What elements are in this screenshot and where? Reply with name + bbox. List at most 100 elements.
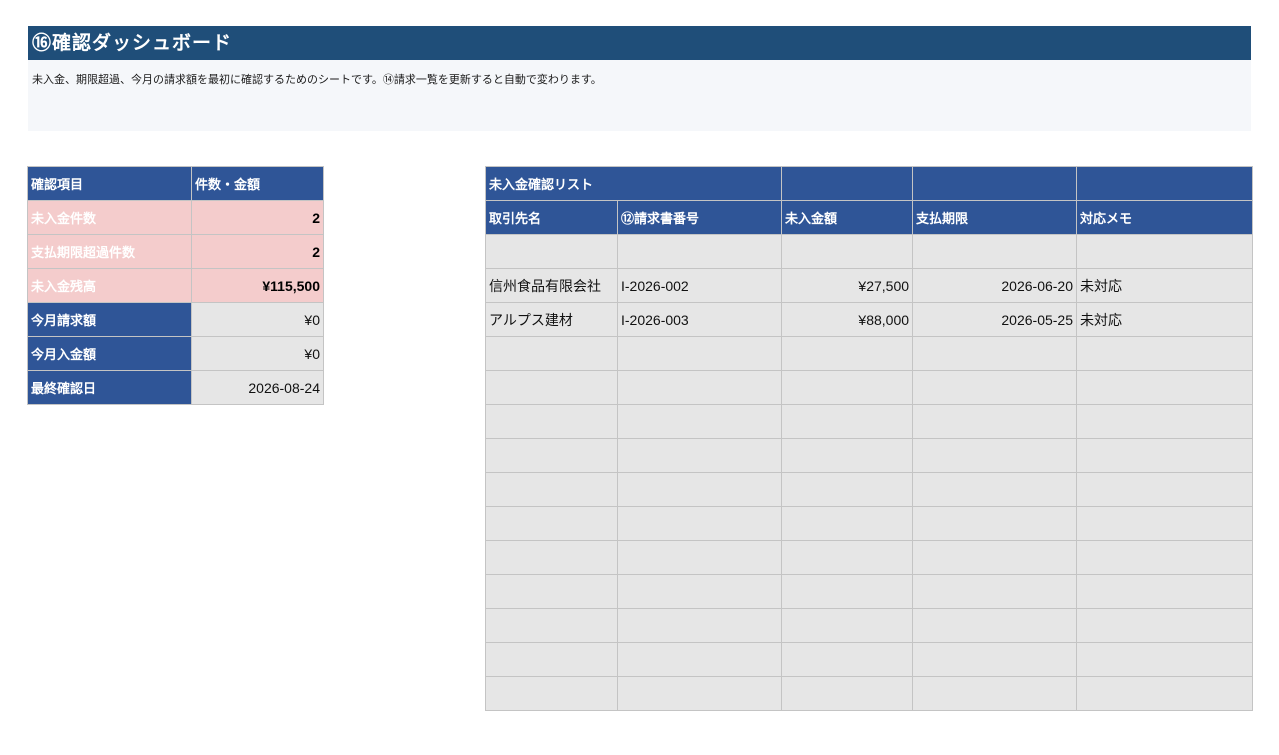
summary-value[interactable]: ¥0 — [191, 336, 324, 371]
column-header-client[interactable]: 取引先名 — [485, 200, 618, 235]
summary-label[interactable]: 最終確認日 — [27, 370, 192, 405]
cell-memo[interactable] — [1076, 676, 1254, 711]
cell-invoice-no[interactable] — [616, 608, 783, 643]
cell-due[interactable] — [912, 404, 1078, 439]
cell-due[interactable] — [912, 574, 1078, 609]
cell-client[interactable] — [485, 608, 618, 643]
cell-amount[interactable]: ¥88,000 — [781, 302, 914, 337]
cell-amount[interactable] — [781, 234, 914, 269]
cell-client[interactable] — [485, 642, 618, 677]
cell-client[interactable] — [485, 234, 618, 269]
cell-client[interactable] — [485, 370, 618, 405]
cell-invoice-no[interactable] — [616, 336, 783, 371]
cell-invoice-no[interactable] — [616, 574, 783, 609]
summary-value[interactable]: 2 — [191, 200, 324, 235]
summary-header-row: 確認項目 件数・金額 — [27, 166, 324, 201]
column-header-memo[interactable]: 対応メモ — [1076, 200, 1254, 235]
summary-header-item[interactable]: 確認項目 — [27, 166, 192, 201]
cell-amount[interactable] — [781, 574, 914, 609]
column-header-invoice-no[interactable]: ⑫請求書番号 — [616, 200, 783, 235]
cell-amount[interactable] — [781, 404, 914, 439]
cell-amount[interactable] — [781, 370, 914, 405]
summary-value[interactable]: ¥0 — [191, 302, 324, 337]
cell-invoice-no[interactable] — [616, 404, 783, 439]
cell-memo[interactable] — [1076, 506, 1254, 541]
spreadsheet-dashboard: ⑯確認ダッシュボード 未入金、期限超過、今月の請求額を最初に確認するためのシート… — [0, 0, 1279, 755]
cell-client[interactable] — [485, 438, 618, 473]
cell-invoice-no[interactable] — [616, 472, 783, 507]
cell-client[interactable]: 信州食品有限会社 — [485, 268, 618, 303]
cell-due[interactable] — [912, 608, 1078, 643]
header-cell[interactable] — [912, 166, 1078, 201]
cell-memo[interactable]: 未対応 — [1076, 302, 1254, 337]
column-header-due[interactable]: 支払期限 — [912, 200, 1078, 235]
cell-due[interactable] — [912, 234, 1078, 269]
cell-due[interactable] — [912, 676, 1078, 711]
cell-client[interactable] — [485, 472, 618, 507]
cell-due[interactable]: 2026-06-20 — [912, 268, 1078, 303]
cell-amount[interactable] — [781, 336, 914, 371]
list-title[interactable]: 未入金確認リスト — [484, 166, 783, 201]
cell-memo[interactable] — [1076, 608, 1254, 643]
cell-memo[interactable] — [1076, 370, 1254, 405]
cell-due[interactable] — [912, 642, 1078, 677]
cell-memo[interactable] — [1076, 472, 1254, 507]
summary-label[interactable]: 支払期限超過件数 — [27, 234, 192, 269]
column-header-amount[interactable]: 未入金額 — [781, 200, 914, 235]
cell-due[interactable] — [912, 472, 1078, 507]
cell-client[interactable] — [485, 404, 618, 439]
summary-value[interactable]: 2 — [191, 234, 324, 269]
cell-amount[interactable]: ¥27,500 — [781, 268, 914, 303]
table-row — [485, 608, 1254, 643]
cell-invoice-no[interactable]: I-2026-003 — [616, 302, 783, 337]
cell-due[interactable] — [912, 540, 1078, 575]
cell-invoice-no[interactable] — [616, 234, 783, 269]
cell-memo[interactable] — [1076, 234, 1254, 269]
sheet-title: ⑯確認ダッシュボード — [28, 26, 1251, 60]
cell-invoice-no[interactable] — [616, 506, 783, 541]
cell-memo[interactable] — [1076, 574, 1254, 609]
cell-due[interactable] — [912, 506, 1078, 541]
cell-memo[interactable] — [1076, 540, 1254, 575]
summary-row-month-billing: 今月請求額 ¥0 — [27, 302, 324, 337]
cell-client[interactable] — [485, 336, 618, 371]
cell-client[interactable] — [485, 506, 618, 541]
cell-amount[interactable] — [781, 506, 914, 541]
summary-label[interactable]: 未入金件数 — [27, 200, 192, 235]
cell-invoice-no[interactable] — [616, 540, 783, 575]
cell-memo[interactable] — [1076, 642, 1254, 677]
cell-memo[interactable] — [1076, 404, 1254, 439]
cell-amount[interactable] — [781, 438, 914, 473]
cell-invoice-no[interactable] — [616, 676, 783, 711]
cell-invoice-no[interactable] — [616, 642, 783, 677]
header-cell[interactable] — [781, 166, 914, 201]
cell-invoice-no[interactable]: I-2026-002 — [616, 268, 783, 303]
summary-value[interactable]: 2026-08-24 — [191, 370, 324, 405]
summary-value[interactable]: ¥115,500 — [191, 268, 324, 303]
cell-client[interactable] — [485, 676, 618, 711]
cell-memo[interactable] — [1076, 438, 1254, 473]
cell-amount[interactable] — [781, 540, 914, 575]
description-area[interactable]: 未入金、期限超過、今月の請求額を最初に確認するためのシートです。⑭請求一覧を更新… — [28, 60, 1251, 131]
cell-due[interactable] — [912, 336, 1078, 371]
cell-client[interactable] — [485, 540, 618, 575]
cell-memo[interactable]: 未対応 — [1076, 268, 1254, 303]
summary-header-value[interactable]: 件数・金額 — [191, 166, 324, 201]
cell-client[interactable] — [485, 574, 618, 609]
cell-amount[interactable] — [781, 676, 914, 711]
cell-amount[interactable] — [781, 642, 914, 677]
summary-label[interactable]: 今月入金額 — [27, 336, 192, 371]
cell-invoice-no[interactable] — [616, 370, 783, 405]
summary-row-unpaid-balance: 未入金残高 ¥115,500 — [27, 268, 324, 303]
cell-due[interactable] — [912, 438, 1078, 473]
cell-invoice-no[interactable] — [616, 438, 783, 473]
summary-label[interactable]: 未入金残高 — [27, 268, 192, 303]
cell-amount[interactable] — [781, 472, 914, 507]
cell-memo[interactable] — [1076, 336, 1254, 371]
cell-amount[interactable] — [781, 608, 914, 643]
cell-due[interactable] — [912, 370, 1078, 405]
cell-client[interactable]: アルプス建材 — [485, 302, 618, 337]
summary-label[interactable]: 今月請求額 — [27, 302, 192, 337]
cell-due[interactable]: 2026-05-25 — [912, 302, 1078, 337]
header-cell[interactable] — [1076, 166, 1254, 201]
